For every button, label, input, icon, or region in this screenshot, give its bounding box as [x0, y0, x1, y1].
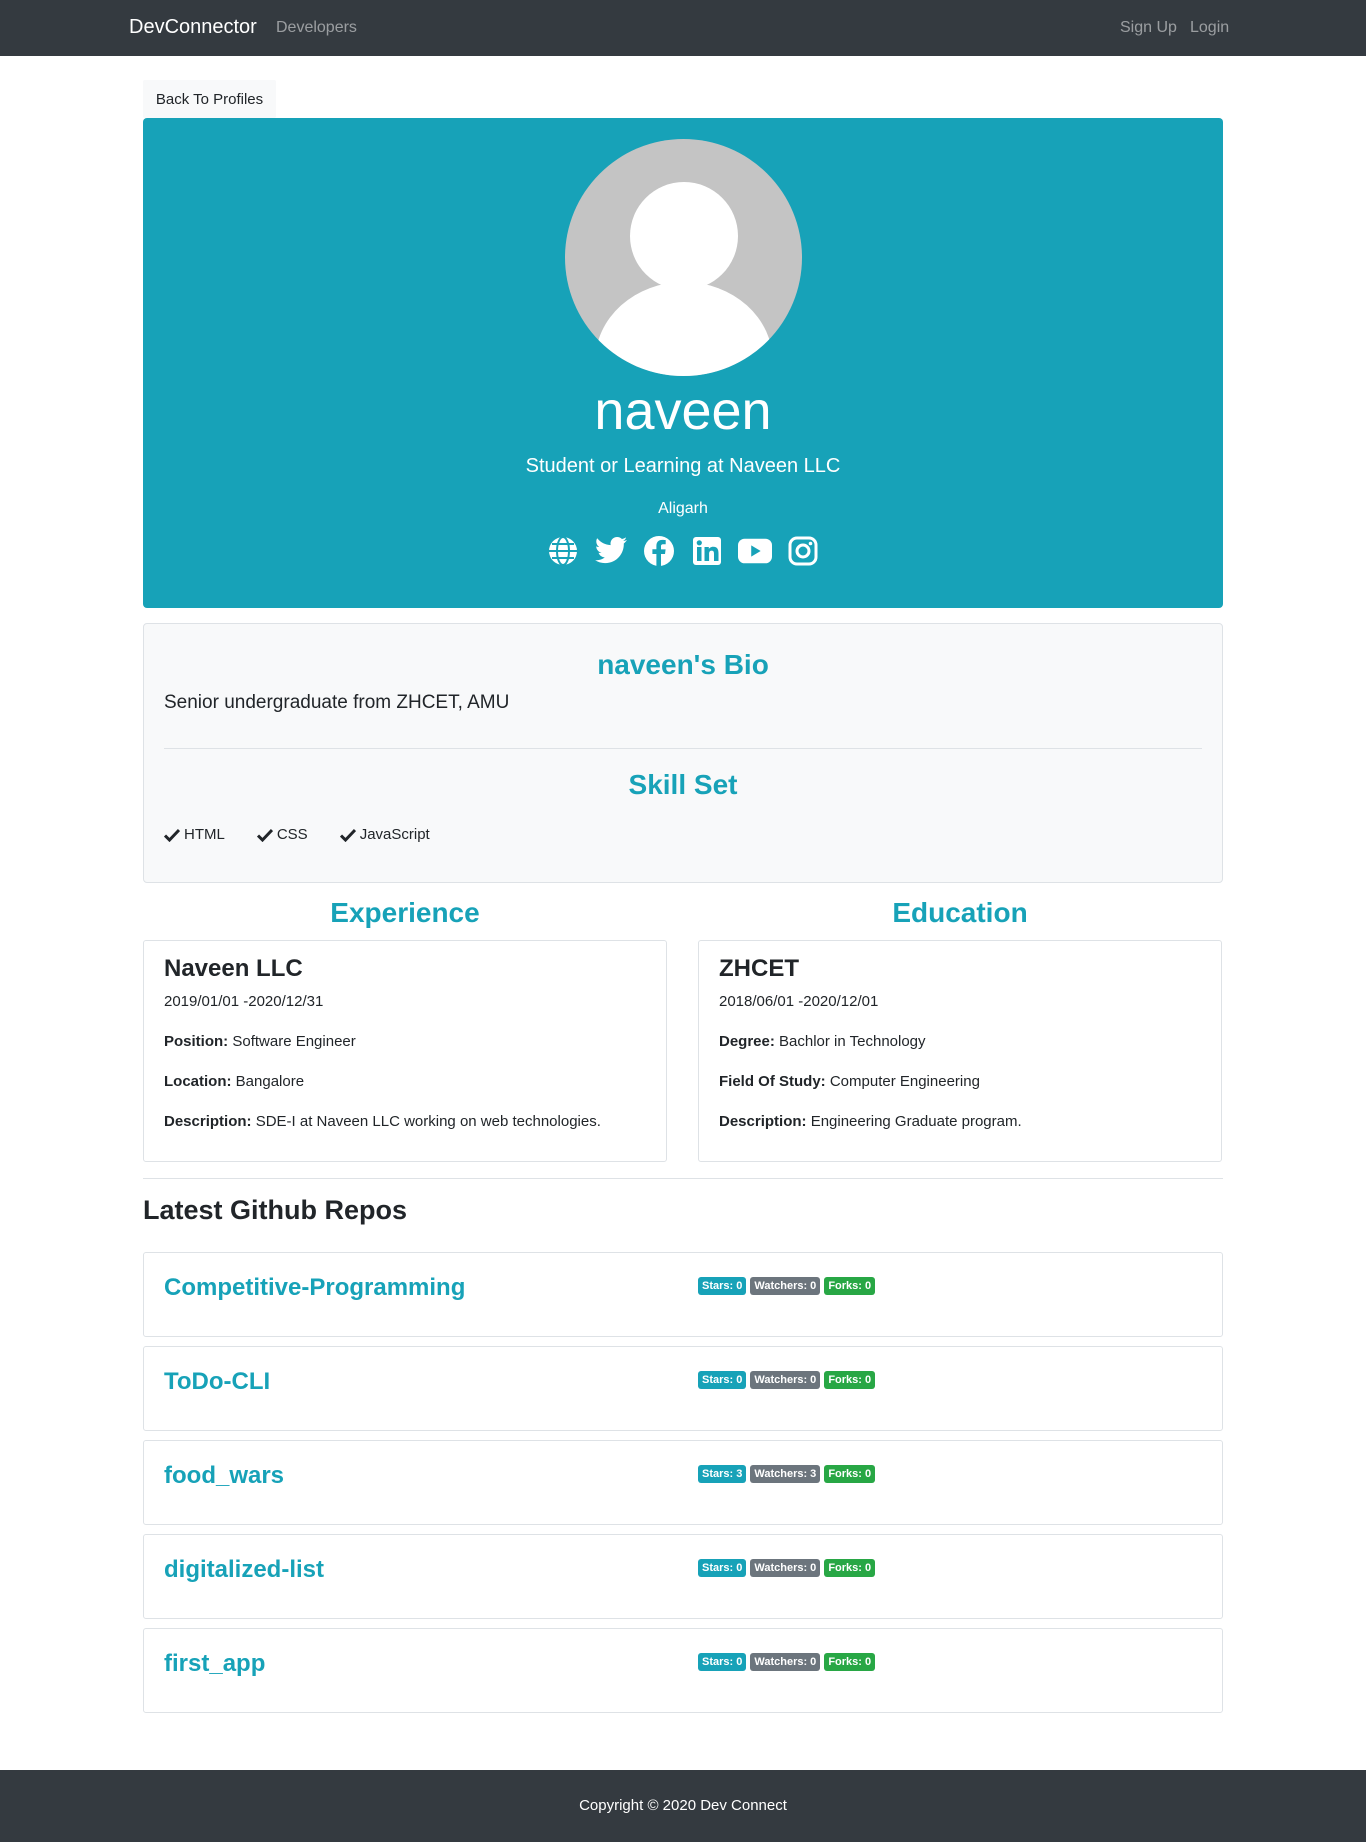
- repo-link[interactable]: first_app: [164, 1650, 265, 1678]
- skill-item: CSS: [256, 826, 308, 843]
- watchers-badge: Watchers: 0: [750, 1653, 821, 1671]
- check-icon: [256, 828, 273, 842]
- footer: Copyright © 2020 Dev Connect: [0, 1770, 1366, 1842]
- twitter-icon[interactable]: [594, 534, 628, 568]
- back-to-profiles-button[interactable]: Back To Profiles: [143, 80, 276, 118]
- youtube-icon[interactable]: [738, 534, 772, 568]
- forks-badge: Forks: 0: [824, 1559, 876, 1577]
- profile-status: Student or Learning at Naveen LLC: [525, 455, 841, 477]
- bio-text: Senior undergraduate from ZHCET, AMU: [164, 692, 510, 713]
- nav-developers-link[interactable]: Developers: [276, 19, 357, 37]
- forks-badge: Forks: 0: [824, 1653, 876, 1671]
- watchers-badge: Watchers: 0: [750, 1277, 821, 1295]
- degree-row: Degree: Bachlor in Technology: [719, 1033, 926, 1050]
- experience-title: Experience: [330, 897, 480, 928]
- nav-signup-link[interactable]: Sign Up: [1120, 19, 1177, 37]
- education-dates: 2018/06/01 -2020/12/01: [719, 993, 879, 1010]
- profile-name: naveen: [594, 381, 772, 441]
- repo-card: first_app Stars: 0 Watchers: 0 Forks: 0: [143, 1628, 1223, 1713]
- facebook-icon[interactable]: [642, 534, 676, 568]
- position-row: Position: Software Engineer: [164, 1033, 356, 1050]
- bio-card: naveen's Bio Senior undergraduate from Z…: [143, 623, 1223, 883]
- description-row: Description: SDE-I at Naveen LLC working…: [164, 1113, 601, 1130]
- education-card: ZHCET 2018/06/01 -2020/12/01 Degree: Bac…: [698, 940, 1222, 1162]
- bio-title: naveen's Bio: [597, 649, 769, 680]
- company-name: Naveen LLC: [164, 955, 303, 982]
- profile-location: Aligarh: [658, 500, 708, 517]
- stars-badge: Stars: 0: [698, 1653, 747, 1671]
- repo-card: Competitive-Programming Stars: 0 Watcher…: [143, 1252, 1223, 1337]
- location-row: Location: Bangalore: [164, 1073, 305, 1090]
- field-row: Field Of Study: Computer Engineering: [719, 1073, 980, 1090]
- check-icon: [164, 828, 180, 842]
- repo-link[interactable]: ToDo-CLI: [164, 1368, 270, 1396]
- forks-badge: Forks: 0: [824, 1371, 876, 1389]
- linkedin-icon[interactable]: [690, 534, 724, 568]
- stars-badge: Stars: 0: [698, 1371, 747, 1389]
- stars-badge: Stars: 0: [698, 1559, 747, 1577]
- repo-card: food_wars Stars: 3 Watchers: 3 Forks: 0: [143, 1440, 1223, 1525]
- repo-link[interactable]: digitalized-list: [164, 1556, 324, 1584]
- skills-list: HTML CSS JavaScript: [164, 826, 430, 843]
- nav-login-link[interactable]: Login: [1190, 19, 1229, 37]
- experience-card: Naveen LLC 2019/01/01 -2020/12/31 Positi…: [143, 940, 667, 1162]
- skill-label: CSS: [276, 826, 308, 843]
- forks-badge: Forks: 0: [824, 1277, 876, 1295]
- globe-icon[interactable]: [546, 534, 580, 568]
- description-row: Description: Engineering Graduate progra…: [719, 1113, 1022, 1130]
- skill-label: HTML: [184, 826, 225, 843]
- avatar: [565, 139, 802, 376]
- repo-link[interactable]: Competitive-Programming: [164, 1274, 465, 1302]
- repo-link[interactable]: food_wars: [164, 1462, 284, 1490]
- social-links: [143, 534, 1223, 574]
- brand-link[interactable]: DevConnector: [129, 16, 257, 39]
- instagram-icon[interactable]: [786, 534, 820, 568]
- skill-item: HTML: [164, 826, 225, 843]
- skill-item: JavaScript: [339, 826, 430, 843]
- section-divider: [143, 1178, 1223, 1179]
- skills-title: Skill Set: [628, 769, 738, 800]
- watchers-badge: Watchers: 3: [750, 1465, 821, 1483]
- repo-card: digitalized-list Stars: 0 Watchers: 0 Fo…: [143, 1534, 1223, 1619]
- education-title: Education: [892, 897, 1028, 928]
- watchers-badge: Watchers: 0: [750, 1559, 821, 1577]
- repo-card: ToDo-CLI Stars: 0 Watchers: 0 Forks: 0: [143, 1346, 1223, 1431]
- watchers-badge: Watchers: 0: [750, 1371, 821, 1389]
- stars-badge: Stars: 3: [698, 1465, 747, 1483]
- repos-heading: Latest Github Repos: [143, 1195, 408, 1225]
- experience-dates: 2019/01/01 -2020/12/31: [164, 993, 324, 1010]
- skill-label: JavaScript: [359, 826, 430, 843]
- check-icon: [339, 828, 356, 842]
- divider: [164, 748, 1202, 749]
- navbar: DevConnector Developers Sign Up Login: [0, 0, 1366, 56]
- forks-badge: Forks: 0: [824, 1465, 876, 1483]
- profile-top-card: naveen Student or Learning at Naveen LLC…: [143, 118, 1223, 608]
- stars-badge: Stars: 0: [698, 1277, 747, 1295]
- school-name: ZHCET: [719, 955, 799, 982]
